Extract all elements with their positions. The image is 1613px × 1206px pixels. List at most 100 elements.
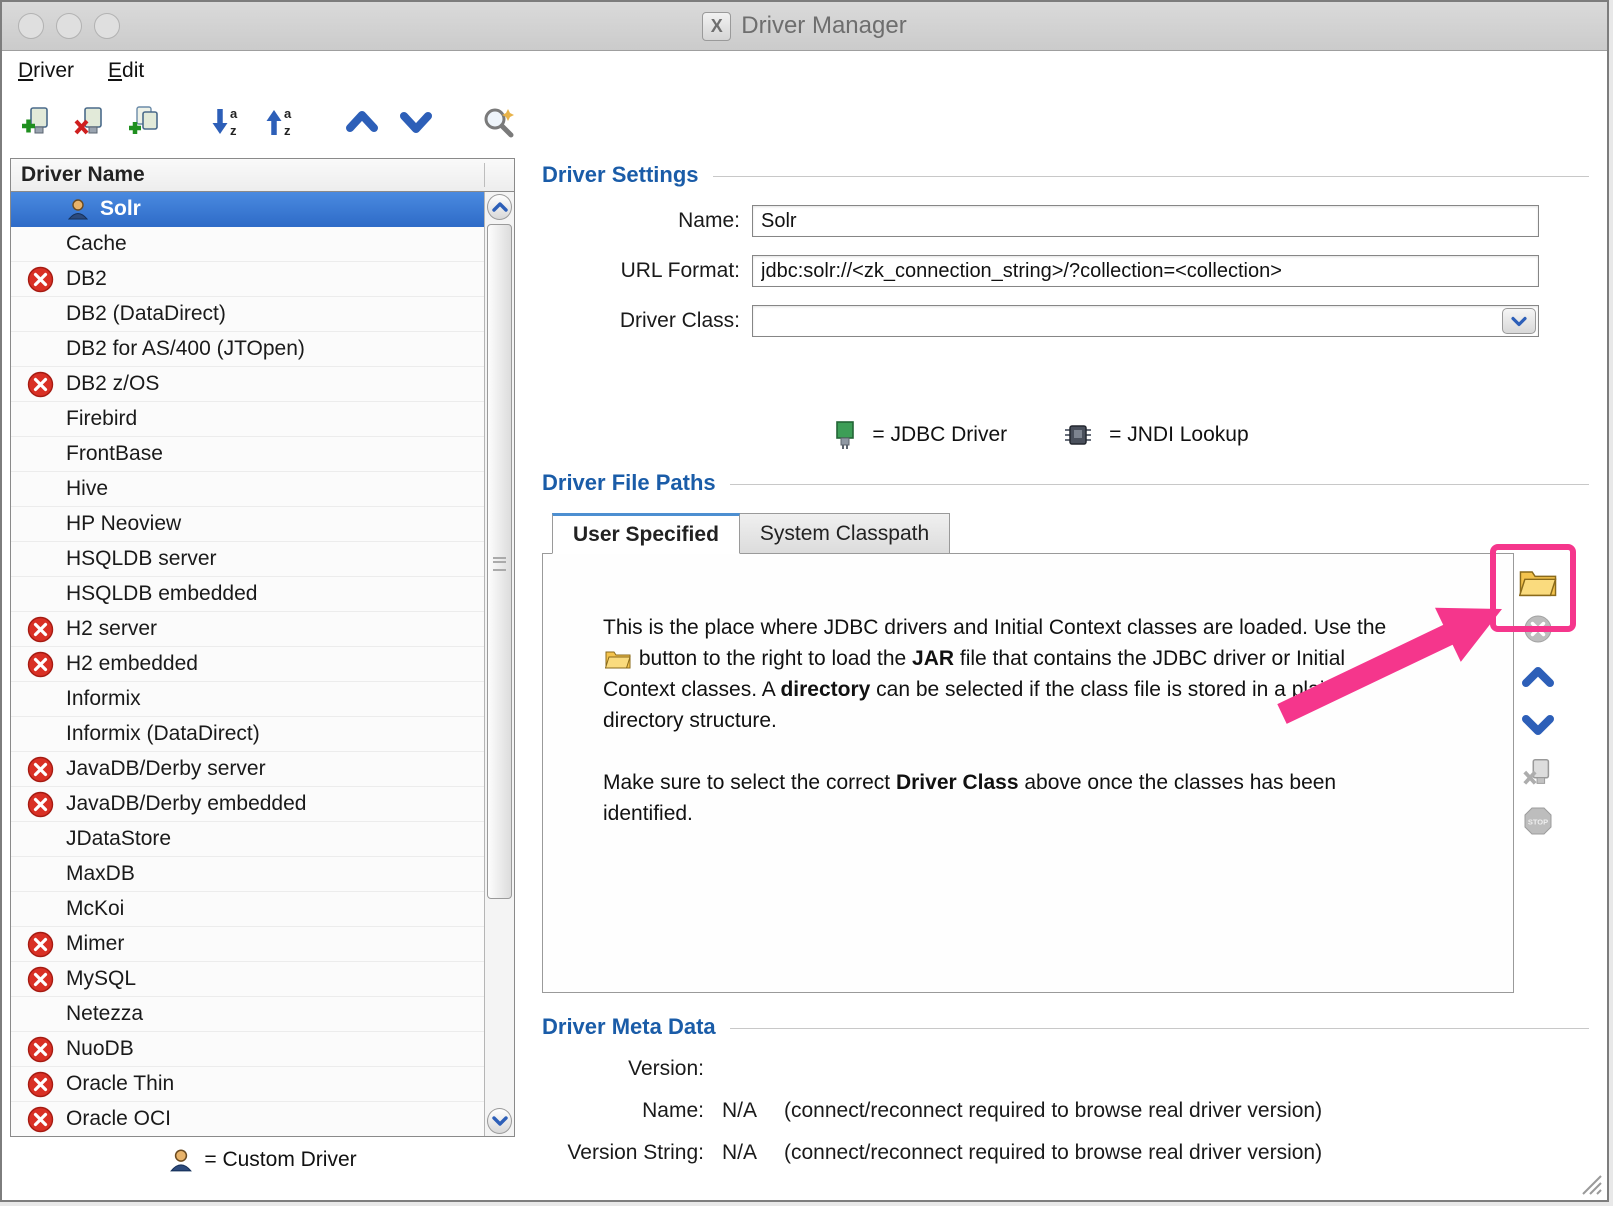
menu-edit[interactable]: Edit xyxy=(108,59,144,83)
meta-name-note: (connect/reconnect required to browse re… xyxy=(784,1099,1322,1123)
scroll-up-button[interactable] xyxy=(487,194,512,220)
scroll-down-button[interactable] xyxy=(487,1108,512,1134)
driver-list-item[interactable]: Oracle Thin xyxy=(11,1067,484,1102)
meta-version-row: Version: xyxy=(542,1052,1539,1086)
open-file-button[interactable] xyxy=(1514,558,1562,604)
driver-name: Cache xyxy=(66,232,127,256)
driver-list-item[interactable]: Hive xyxy=(11,472,484,507)
driver-list-item[interactable]: H2 embedded xyxy=(11,647,484,682)
move-down-icon xyxy=(397,105,435,139)
open-folder-icon xyxy=(605,648,631,669)
tab-user-specified[interactable]: User Specified xyxy=(552,513,740,554)
driver-list-item[interactable]: DB2 xyxy=(11,262,484,297)
driver-list-item[interactable]: Informix (DataDirect) xyxy=(11,717,484,752)
chevron-up-icon xyxy=(1519,662,1557,692)
driver-list-item[interactable]: DB2 z/OS xyxy=(11,367,484,402)
stop-loading-button[interactable]: STOP xyxy=(1514,798,1562,844)
copy-driver-button[interactable] xyxy=(124,102,164,142)
jdbc-driver-icon xyxy=(832,420,858,450)
move-up-button[interactable] xyxy=(342,102,382,142)
chevron-down-icon xyxy=(1511,316,1527,327)
section-title-driver-file-paths: Driver File Paths xyxy=(542,470,716,496)
driver-name-input[interactable] xyxy=(752,205,1539,237)
custom-driver-icon xyxy=(66,197,90,221)
jndi-lookup-icon xyxy=(1061,422,1095,448)
driver-name: Informix xyxy=(66,687,141,711)
menu-driver[interactable]: Driver xyxy=(18,59,74,83)
driver-list-scrollbar[interactable] xyxy=(484,192,514,1136)
chevron-down-icon xyxy=(492,1115,508,1127)
meta-version-string-row: Version String: N/A (connect/reconnect r… xyxy=(542,1136,1539,1170)
meta-name-row: Name: N/A (connect/reconnect required to… xyxy=(542,1094,1539,1128)
custom-driver-icon xyxy=(168,1147,194,1173)
tab-system-classpath[interactable]: System Classpath xyxy=(740,513,950,554)
driver-name: H2 embedded xyxy=(66,652,198,676)
driver-name: Mimer xyxy=(66,932,124,956)
driver-list-item[interactable]: Firebird xyxy=(11,402,484,437)
driver-list-item[interactable]: Solr xyxy=(11,192,484,227)
driver-name: HP Neoview xyxy=(66,512,181,536)
column-divider xyxy=(484,163,485,187)
url-format-row: URL Format: xyxy=(542,254,1539,288)
error-icon xyxy=(27,1106,54,1133)
driver-list-item[interactable]: FrontBase xyxy=(11,437,484,472)
chevron-down-icon xyxy=(1519,710,1557,740)
error-icon xyxy=(27,791,54,818)
section-title-driver-settings: Driver Settings xyxy=(542,162,699,188)
find-driver-button[interactable] xyxy=(478,102,518,142)
menu-bar: Driver Edit xyxy=(2,51,1607,91)
driver-list-item[interactable]: H2 server xyxy=(11,612,484,647)
remove-driver-icon xyxy=(72,104,108,140)
move-path-down-button[interactable] xyxy=(1514,702,1562,748)
driver-class-input[interactable] xyxy=(753,306,1500,336)
find-driver-class-button[interactable] xyxy=(1514,750,1562,796)
driver-list-item[interactable]: Cache xyxy=(11,227,484,262)
driver-list-item[interactable]: HSQLDB server xyxy=(11,542,484,577)
driver-name: Hive xyxy=(66,477,108,501)
scrollbar-thumb[interactable] xyxy=(487,224,512,899)
driver-list-item[interactable]: JavaDB/Derby embedded xyxy=(11,787,484,822)
driver-name: JDataStore xyxy=(66,827,171,851)
copy-driver-icon xyxy=(126,104,162,140)
create-driver-button[interactable] xyxy=(16,102,56,142)
driver-list-item[interactable]: JDataStore xyxy=(11,822,484,857)
jdbc-legend-text: = JDBC Driver xyxy=(872,423,1007,447)
move-down-button[interactable] xyxy=(396,102,436,142)
driver-list-item[interactable]: Oracle OCI xyxy=(11,1102,484,1136)
remove-path-button[interactable] xyxy=(1514,606,1562,652)
driver-name: H2 server xyxy=(66,617,157,641)
error-icon xyxy=(27,266,54,293)
version-string-value: N/A xyxy=(722,1141,768,1165)
driver-list-item[interactable]: Informix xyxy=(11,682,484,717)
driver-class-dropdown-button[interactable] xyxy=(1502,308,1536,334)
help-text: This is the place where JDBC drivers and… xyxy=(603,612,1403,829)
driver-list-item[interactable]: DB2 for AS/400 (JTOpen) xyxy=(11,332,484,367)
driver-name: HSQLDB embedded xyxy=(66,582,257,606)
driver-name: DB2 xyxy=(66,267,107,291)
section-rule xyxy=(730,1028,1589,1029)
driver-name-column-header[interactable]: Driver Name xyxy=(11,159,514,192)
driver-list-item[interactable]: HSQLDB embedded xyxy=(11,577,484,612)
chevron-up-icon xyxy=(492,201,508,213)
driver-list-item[interactable]: MySQL xyxy=(11,962,484,997)
name-label: Name: xyxy=(542,209,740,233)
driver-list-item[interactable]: JavaDB/Derby server xyxy=(11,752,484,787)
custom-driver-legend: = Custom Driver xyxy=(10,1139,515,1181)
driver-manager-window: X Driver Manager Driver Edit xyxy=(0,0,1609,1202)
driver-list-item[interactable]: DB2 (DataDirect) xyxy=(11,297,484,332)
error-icon xyxy=(27,966,54,993)
driver-list-item[interactable]: HP Neoview xyxy=(11,507,484,542)
driver-class-combobox[interactable] xyxy=(752,305,1539,337)
remove-driver-button[interactable] xyxy=(70,102,110,142)
driver-name: Informix (DataDirect) xyxy=(66,722,260,746)
driver-list-item[interactable]: NuoDB xyxy=(11,1032,484,1067)
move-path-up-button[interactable] xyxy=(1514,654,1562,700)
url-format-input[interactable] xyxy=(752,255,1539,287)
sort-ascending-button[interactable]: a z xyxy=(260,102,300,142)
sort-descending-button[interactable]: a z xyxy=(206,102,246,142)
driver-list-item[interactable]: Mimer xyxy=(11,927,484,962)
driver-list-item[interactable]: Netezza xyxy=(11,997,484,1032)
resize-grip[interactable] xyxy=(1579,1172,1603,1196)
driver-list-item[interactable]: McKoi xyxy=(11,892,484,927)
driver-list-item[interactable]: MaxDB xyxy=(11,857,484,892)
